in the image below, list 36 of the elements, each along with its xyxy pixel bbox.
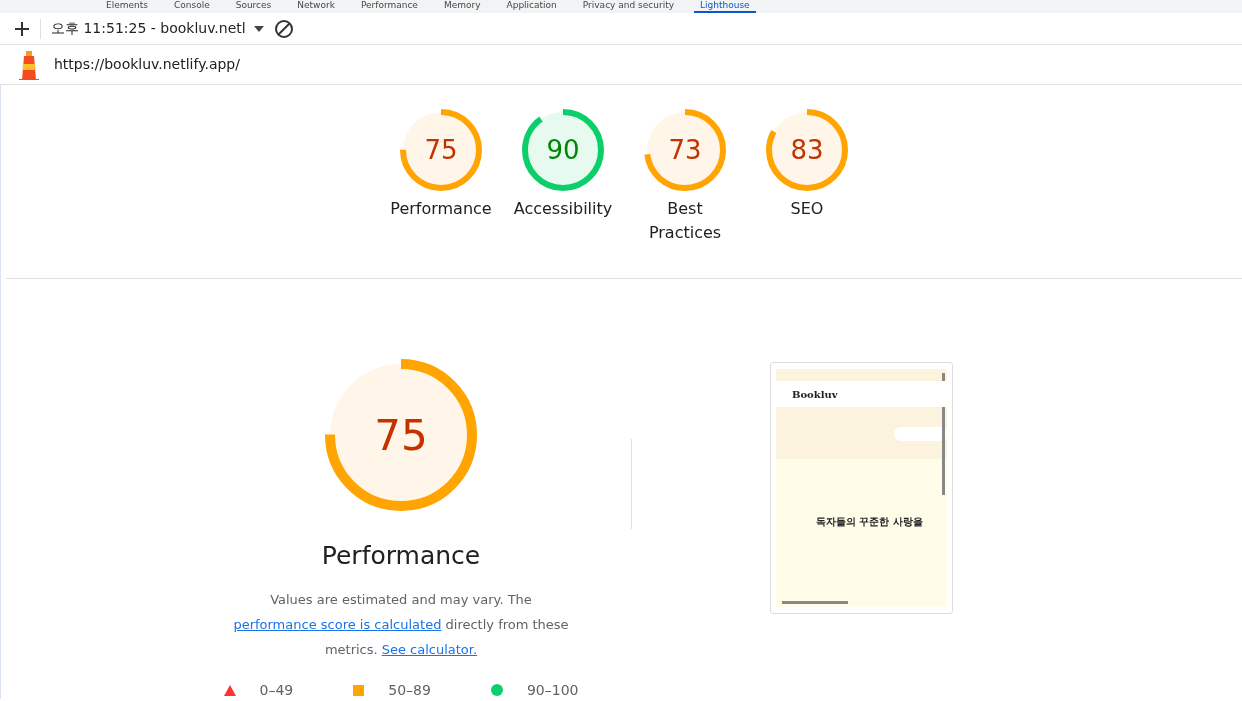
score-note: Values are estimated and may vary. The performance score is calculated directly from these metrics. See calculator. [232, 590, 570, 659]
panel-tab[interactable]: Sources [229, 0, 278, 13]
triangle-icon [223, 684, 236, 696]
gauge-score: 75 [424, 133, 458, 167]
site-logo: Bookluv [792, 387, 838, 402]
panel-tab[interactable]: Console [167, 0, 216, 13]
add-icon[interactable] [14, 20, 30, 37]
category-label: SEO [790, 198, 824, 220]
gauge-score: 75 [374, 409, 428, 462]
category-label: Performance [390, 198, 492, 220]
gauge-score: 83 [790, 133, 824, 167]
panel-tab[interactable]: Elements [100, 0, 154, 13]
panel-tab[interactable]: Network [291, 0, 341, 13]
score-link[interactable]: performance score is calculated [233, 616, 442, 632]
clear-icon[interactable] [273, 18, 294, 39]
category-label: Best Practices [647, 198, 723, 244]
caret-icon [253, 25, 264, 32]
panel-tab[interactable]: Performance [354, 0, 424, 13]
url-text: https://bookluv.netlify.app/ [54, 55, 240, 74]
lighthouse-icon [18, 49, 40, 80]
panel-tab[interactable]: Memory [437, 0, 487, 13]
report-select[interactable]: 오후 11:51:25 - bookluv.netl [51, 18, 264, 39]
panel-tab[interactable]: Application [500, 0, 563, 13]
gauge-score: 90 [546, 133, 580, 167]
legend-range: 50–89 [388, 680, 431, 700]
legend-range: 0–49 [259, 680, 294, 700]
gauge-score: 73 [668, 133, 702, 167]
calculator-link[interactable]: See calculator. [381, 641, 478, 657]
circle-icon [490, 684, 503, 696]
panel-tab[interactable]: Lighthouse [694, 0, 756, 13]
category-label: Accessibility [513, 198, 613, 220]
square-icon [353, 684, 365, 696]
category-title: Performance [321, 540, 481, 572]
site-headline: 독자들의 꾸준한 사랑을 [816, 515, 923, 529]
panel-tab[interactable]: Privacy and security [576, 0, 680, 13]
legend-range: 90–100 [526, 680, 579, 700]
